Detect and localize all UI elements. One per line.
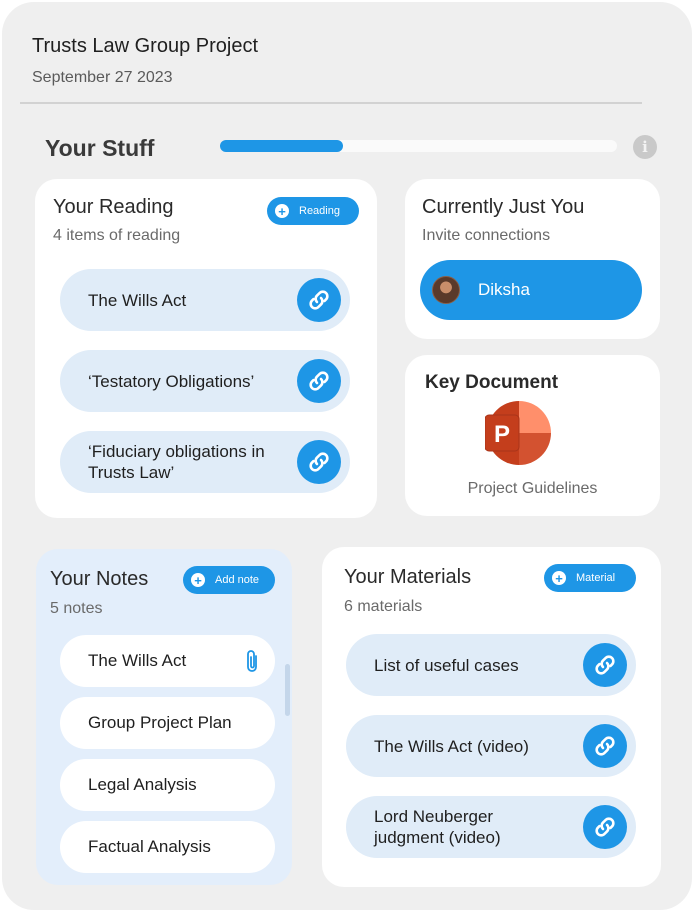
app-frame: Trusts Law Group Project September 27 20… — [2, 2, 692, 910]
link-icon[interactable] — [583, 643, 627, 687]
materials-card: Your Materials 6 materials + Material Li… — [322, 547, 661, 887]
header-divider — [20, 102, 642, 104]
plus-icon: + — [275, 204, 289, 218]
notes-card: Your Notes 5 notes + Add note The Wills … — [36, 549, 292, 885]
key-document-title: Key Document — [425, 372, 559, 393]
reading-count: 4 items of reading — [53, 227, 181, 244]
collaborator-chip[interactable]: Diksha — [420, 260, 642, 320]
add-material-button[interactable]: + Material — [544, 564, 636, 592]
material-item-label: The Wills Act (video) — [374, 736, 529, 756]
note-item[interactable]: Factual Analysis — [60, 821, 275, 873]
material-item-label: List of useful cases — [374, 655, 519, 675]
notes-scrollbar[interactable] — [285, 664, 290, 716]
materials-title: Your Materials — [344, 566, 472, 588]
powerpoint-icon[interactable]: P — [484, 401, 555, 465]
link-icon[interactable] — [297, 359, 341, 403]
reading-item-label: ‘Testatory Obligations’ — [88, 371, 255, 391]
reading-title: Your Reading — [53, 196, 174, 218]
notes-count: 5 notes — [50, 600, 103, 617]
add-note-button[interactable]: + Add note — [183, 566, 275, 594]
key-document-name[interactable]: Project Guidelines — [405, 480, 660, 498]
note-item-label: Factual Analysis — [88, 837, 211, 856]
material-item[interactable]: List of useful cases — [346, 634, 636, 696]
plus-icon: + — [191, 573, 205, 587]
note-item-label: Legal Analysis — [88, 775, 197, 794]
note-item[interactable]: The Wills Act — [60, 635, 275, 687]
add-material-label: Material — [576, 572, 616, 584]
note-item[interactable]: Group Project Plan — [60, 697, 275, 749]
material-item[interactable]: The Wills Act (video) — [346, 715, 636, 777]
project-date: September 27 2023 — [32, 69, 173, 86]
avatar — [432, 276, 460, 304]
progress-bar — [220, 140, 617, 152]
collaborator-name: Diksha — [478, 280, 530, 299]
powerpoint-letter: P — [494, 421, 510, 448]
reading-item[interactable]: The Wills Act — [60, 269, 350, 331]
section-title: Your Stuff — [45, 135, 155, 161]
add-reading-button[interactable]: + Reading — [267, 197, 359, 225]
material-item[interactable]: Lord Neuberger judgment (video) — [346, 796, 636, 858]
invite-connections-link[interactable]: Invite connections — [422, 227, 550, 245]
add-note-label: Add note — [215, 574, 260, 586]
collaborators-card: Currently Just You Invite connections Di… — [405, 179, 660, 339]
progress-bar-fill — [220, 140, 344, 152]
notes-title: Your Notes — [50, 568, 149, 590]
project-title: Trusts Law Group Project — [32, 35, 259, 57]
add-reading-label: Reading — [299, 205, 340, 217]
reading-card: Your Reading 4 items of reading + Readin… — [35, 179, 377, 518]
reading-item-label: ‘Fiduciary obligations in Trusts Law’ — [88, 442, 265, 482]
reading-item-label: The Wills Act — [88, 290, 187, 310]
link-icon[interactable] — [297, 278, 341, 322]
collaborators-title: Currently Just You — [422, 196, 585, 218]
material-item-label: Lord Neuberger judgment (video) — [374, 807, 501, 847]
key-document-card: Key Document P Project Guidelines — [405, 355, 660, 516]
link-icon[interactable] — [583, 724, 627, 768]
link-icon[interactable] — [297, 440, 341, 484]
note-item[interactable]: Legal Analysis — [60, 759, 275, 811]
materials-count: 6 materials — [344, 598, 423, 615]
reading-item[interactable]: ‘Testatory Obligations’ — [60, 350, 350, 412]
info-icon[interactable]: i — [633, 135, 657, 159]
plus-icon: + — [552, 571, 566, 585]
link-icon[interactable] — [583, 805, 627, 849]
reading-item[interactable]: ‘Fiduciary obligations in Trusts Law’ — [60, 431, 350, 493]
note-item-label: The Wills Act — [88, 651, 187, 670]
note-item-label: Group Project Plan — [88, 713, 232, 732]
paperclip-icon[interactable] — [243, 648, 261, 674]
